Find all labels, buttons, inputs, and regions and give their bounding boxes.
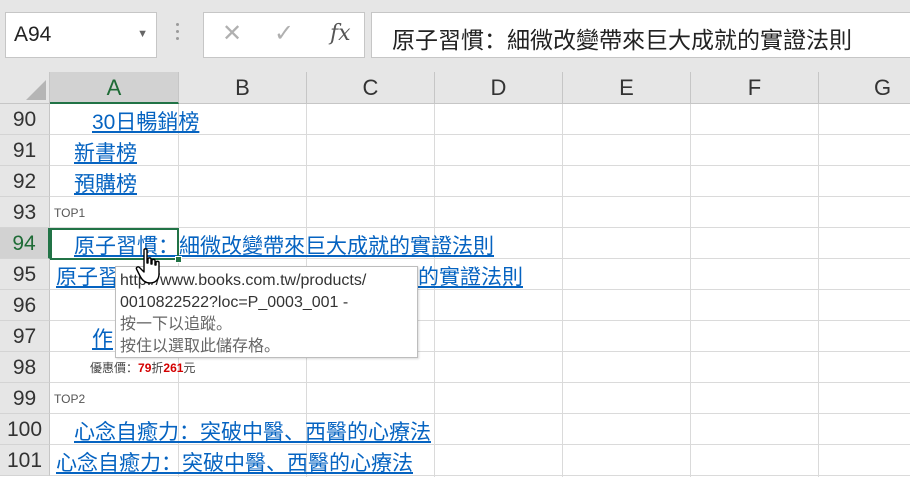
row-header-100[interactable]: 100 bbox=[0, 414, 50, 445]
fill-handle[interactable] bbox=[175, 256, 182, 263]
chevron-down-icon[interactable]: ▼ bbox=[137, 28, 148, 40]
cell-a97-link[interactable]: 作 bbox=[92, 323, 113, 353]
tooltip-url-line2: 0010822522?loc=P_0003_001 - bbox=[120, 294, 349, 311]
fx-icon[interactable]: fx bbox=[330, 21, 351, 46]
hand-pointer-icon bbox=[135, 248, 160, 284]
cell-a91-link[interactable]: 新書榜 bbox=[74, 137, 137, 167]
cell-a100-link[interactable]: 心念自癒力：突破中醫、西醫的心療法 bbox=[74, 416, 431, 446]
cell-a95-link[interactable]: 原子習 bbox=[56, 261, 119, 291]
row-header-96[interactable]: 96 bbox=[0, 290, 50, 321]
gridline bbox=[50, 227, 910, 228]
gridline bbox=[50, 382, 910, 383]
row-header-95[interactable]: 95 bbox=[0, 259, 50, 290]
row-header-90[interactable]: 90 bbox=[0, 104, 50, 135]
gridline bbox=[50, 196, 910, 197]
name-box[interactable]: A94 ▼ bbox=[5, 12, 157, 58]
formula-content: 原子習慣：細微改變帶來巨大成就的實證法則 bbox=[392, 27, 852, 53]
row-header-99[interactable]: 99 bbox=[0, 383, 50, 414]
tooltip-hint-follow: 按一下以追蹤。 bbox=[120, 316, 233, 333]
price-label: 優惠價： bbox=[90, 361, 139, 375]
select-all-button[interactable] bbox=[0, 72, 50, 104]
row-header-97[interactable]: 97 bbox=[0, 321, 50, 352]
cell-a95-link-end[interactable]: 的實證法則 bbox=[418, 261, 523, 291]
price-value: 261 bbox=[163, 361, 184, 375]
cell-a93: TOP1 bbox=[54, 206, 86, 220]
name-box-value: A94 bbox=[14, 23, 52, 46]
cell-a99: TOP2 bbox=[54, 392, 86, 406]
gridline bbox=[818, 104, 819, 477]
row-header-101[interactable]: 101 bbox=[0, 445, 50, 476]
gridline bbox=[50, 165, 910, 166]
cell-a101-link[interactable]: 心念自癒力：突破中醫、西醫的心療法 bbox=[56, 447, 413, 477]
row-header-93[interactable]: 93 bbox=[0, 197, 50, 228]
drag-handle-icon[interactable] bbox=[174, 19, 180, 49]
discount-value: 79 bbox=[138, 361, 152, 375]
row-header-92[interactable]: 92 bbox=[0, 166, 50, 197]
column-header-a[interactable]: A bbox=[50, 72, 179, 104]
x-icon[interactable]: ✕ bbox=[222, 19, 242, 48]
gridline bbox=[562, 104, 563, 477]
discount-unit: 折 bbox=[151, 361, 164, 375]
cell-a92-link[interactable]: 預購榜 bbox=[74, 168, 137, 198]
gridline bbox=[690, 104, 691, 477]
column-header-b[interactable]: B bbox=[179, 72, 307, 104]
price-unit: 元 bbox=[183, 361, 196, 375]
column-header-g[interactable]: G bbox=[819, 72, 910, 104]
row-header-91[interactable]: 91 bbox=[0, 135, 50, 166]
cell-a90-link[interactable]: 30日暢銷榜 bbox=[92, 106, 199, 136]
formula-buttons: ✕ ✓ fx bbox=[203, 12, 365, 58]
row-header-94[interactable]: 94 bbox=[0, 228, 50, 259]
column-header-f[interactable]: F bbox=[691, 72, 819, 104]
formula-bar: A94 ▼ ✕ ✓ fx 原子習慣：細微改變帶來巨大成就的實證法則 bbox=[0, 0, 910, 72]
column-header-e[interactable]: E bbox=[563, 72, 691, 104]
column-header-c[interactable]: C bbox=[307, 72, 435, 104]
check-icon[interactable]: ✓ bbox=[274, 19, 294, 48]
row-header-98[interactable]: 98 bbox=[0, 352, 50, 383]
tooltip-hint-select: 按住以選取此儲存格。 bbox=[120, 338, 281, 355]
cell-a98-price: 優惠價：79折261元 bbox=[90, 359, 195, 376]
gridline bbox=[50, 413, 910, 414]
formula-input[interactable]: 原子習慣：細微改變帶來巨大成就的實證法則 bbox=[371, 12, 910, 58]
column-header-d[interactable]: D bbox=[435, 72, 563, 104]
